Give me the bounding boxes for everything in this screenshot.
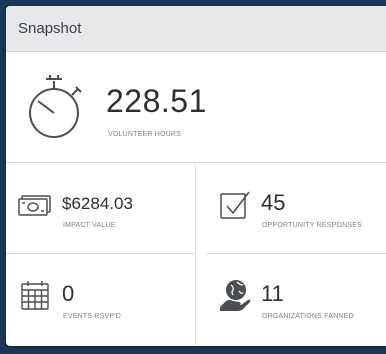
stats-grid: $6284.03 IMPACT VALUE 45 OPPORTUNITY RES… [6,164,386,346]
volunteer-hours-panel: 228.51 VOLUNTEER HOURS [6,53,386,163]
card-header: Snapshot [6,6,386,52]
stat-events-rsvpd: 0 EVENTS RSVP'D [6,255,196,345]
checkbox-icon [217,186,253,222]
stopwatch-icon [24,71,90,143]
opportunity-responses-value: 45 [261,190,286,215]
globe-hand-icon [217,277,253,313]
stat-impact-value: $6284.03 IMPACT VALUE [6,164,196,254]
card-title: Snapshot [18,20,82,37]
snapshot-card: Snapshot 228.51 VOLUNTEER HOURS $6284.03… [6,6,386,346]
organizations-fanned-label: ORGANIZATIONS FANNED [262,313,354,320]
stat-opportunity-responses: 45 OPPORTUNITY RESPONSES [205,164,386,254]
volunteer-hours-value: 228.51 [106,83,207,119]
opportunity-responses-label: OPPORTUNITY RESPONSES [262,222,363,229]
impact-label: IMPACT VALUE [63,222,116,229]
volunteer-hours-label: VOLUNTEER HOURS [108,131,182,138]
impact-value: $6284.03 [62,194,133,213]
money-icon [18,186,54,222]
organizations-fanned-value: 11 [261,281,284,306]
events-rsvpd-label: EVENTS RSVP'D [63,313,122,320]
stat-organizations-fanned: 11 ORGANIZATIONS FANNED [205,255,386,345]
events-rsvpd-value: 0 [62,281,75,306]
calendar-icon [18,277,54,313]
